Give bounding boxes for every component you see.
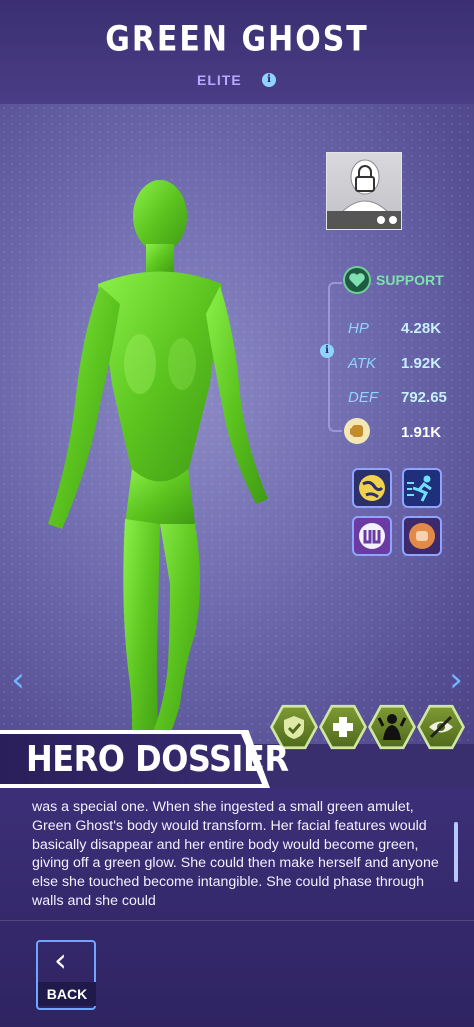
- avatar-silhouette: [339, 159, 391, 214]
- dark-figure-inner: [371, 707, 413, 747]
- header: GREEN GHOST ELITE i: [0, 0, 474, 104]
- punch-icon[interactable]: [402, 516, 442, 556]
- stat-def-value: 792.65: [401, 389, 447, 406]
- chevron-right-icon[interactable]: ›: [446, 662, 466, 698]
- fist-icon: [344, 418, 370, 444]
- dossier-text[interactable]: was a special one. When she ingested a s…: [32, 798, 442, 912]
- power-value: 1.91K: [401, 424, 442, 441]
- stat-atk-label: ATK: [348, 355, 377, 372]
- stat-atk-value: 1.92K: [401, 355, 442, 372]
- role-label: SUPPORT: [376, 272, 444, 288]
- stat-def-label: DEF: [348, 389, 378, 406]
- dossier-title: HERO DOSSIER: [26, 738, 289, 780]
- back-label: BACK: [38, 982, 96, 1006]
- rank-label: ELITE: [197, 72, 242, 88]
- divider: [0, 920, 474, 921]
- stat-hp-value: 4.28K: [401, 320, 442, 337]
- back-chevron-icon: ‹: [54, 941, 67, 979]
- stats-info-icon[interactable]: i: [320, 344, 334, 358]
- chevron-left-icon[interactable]: ‹: [8, 662, 28, 698]
- globe-icon[interactable]: [352, 468, 392, 508]
- logo-badge-icon[interactable]: [352, 516, 392, 556]
- heart-shield-icon: [343, 266, 371, 294]
- dossier-scrollbar[interactable]: [454, 822, 458, 882]
- hero-name: GREEN GHOST: [105, 19, 369, 60]
- hero-model: [48, 180, 268, 744]
- running-icon[interactable]: [402, 468, 442, 508]
- avatar-footer: [327, 211, 401, 229]
- rank-row: ELITE i: [0, 70, 474, 92]
- eye-slash-inner: [420, 707, 462, 747]
- locked-avatar-icon[interactable]: [326, 152, 402, 230]
- stat-hp-label: HP: [348, 320, 369, 337]
- info-icon[interactable]: i: [262, 73, 276, 87]
- avatar-footer-icons: [377, 216, 397, 224]
- plus-inner: [322, 707, 364, 747]
